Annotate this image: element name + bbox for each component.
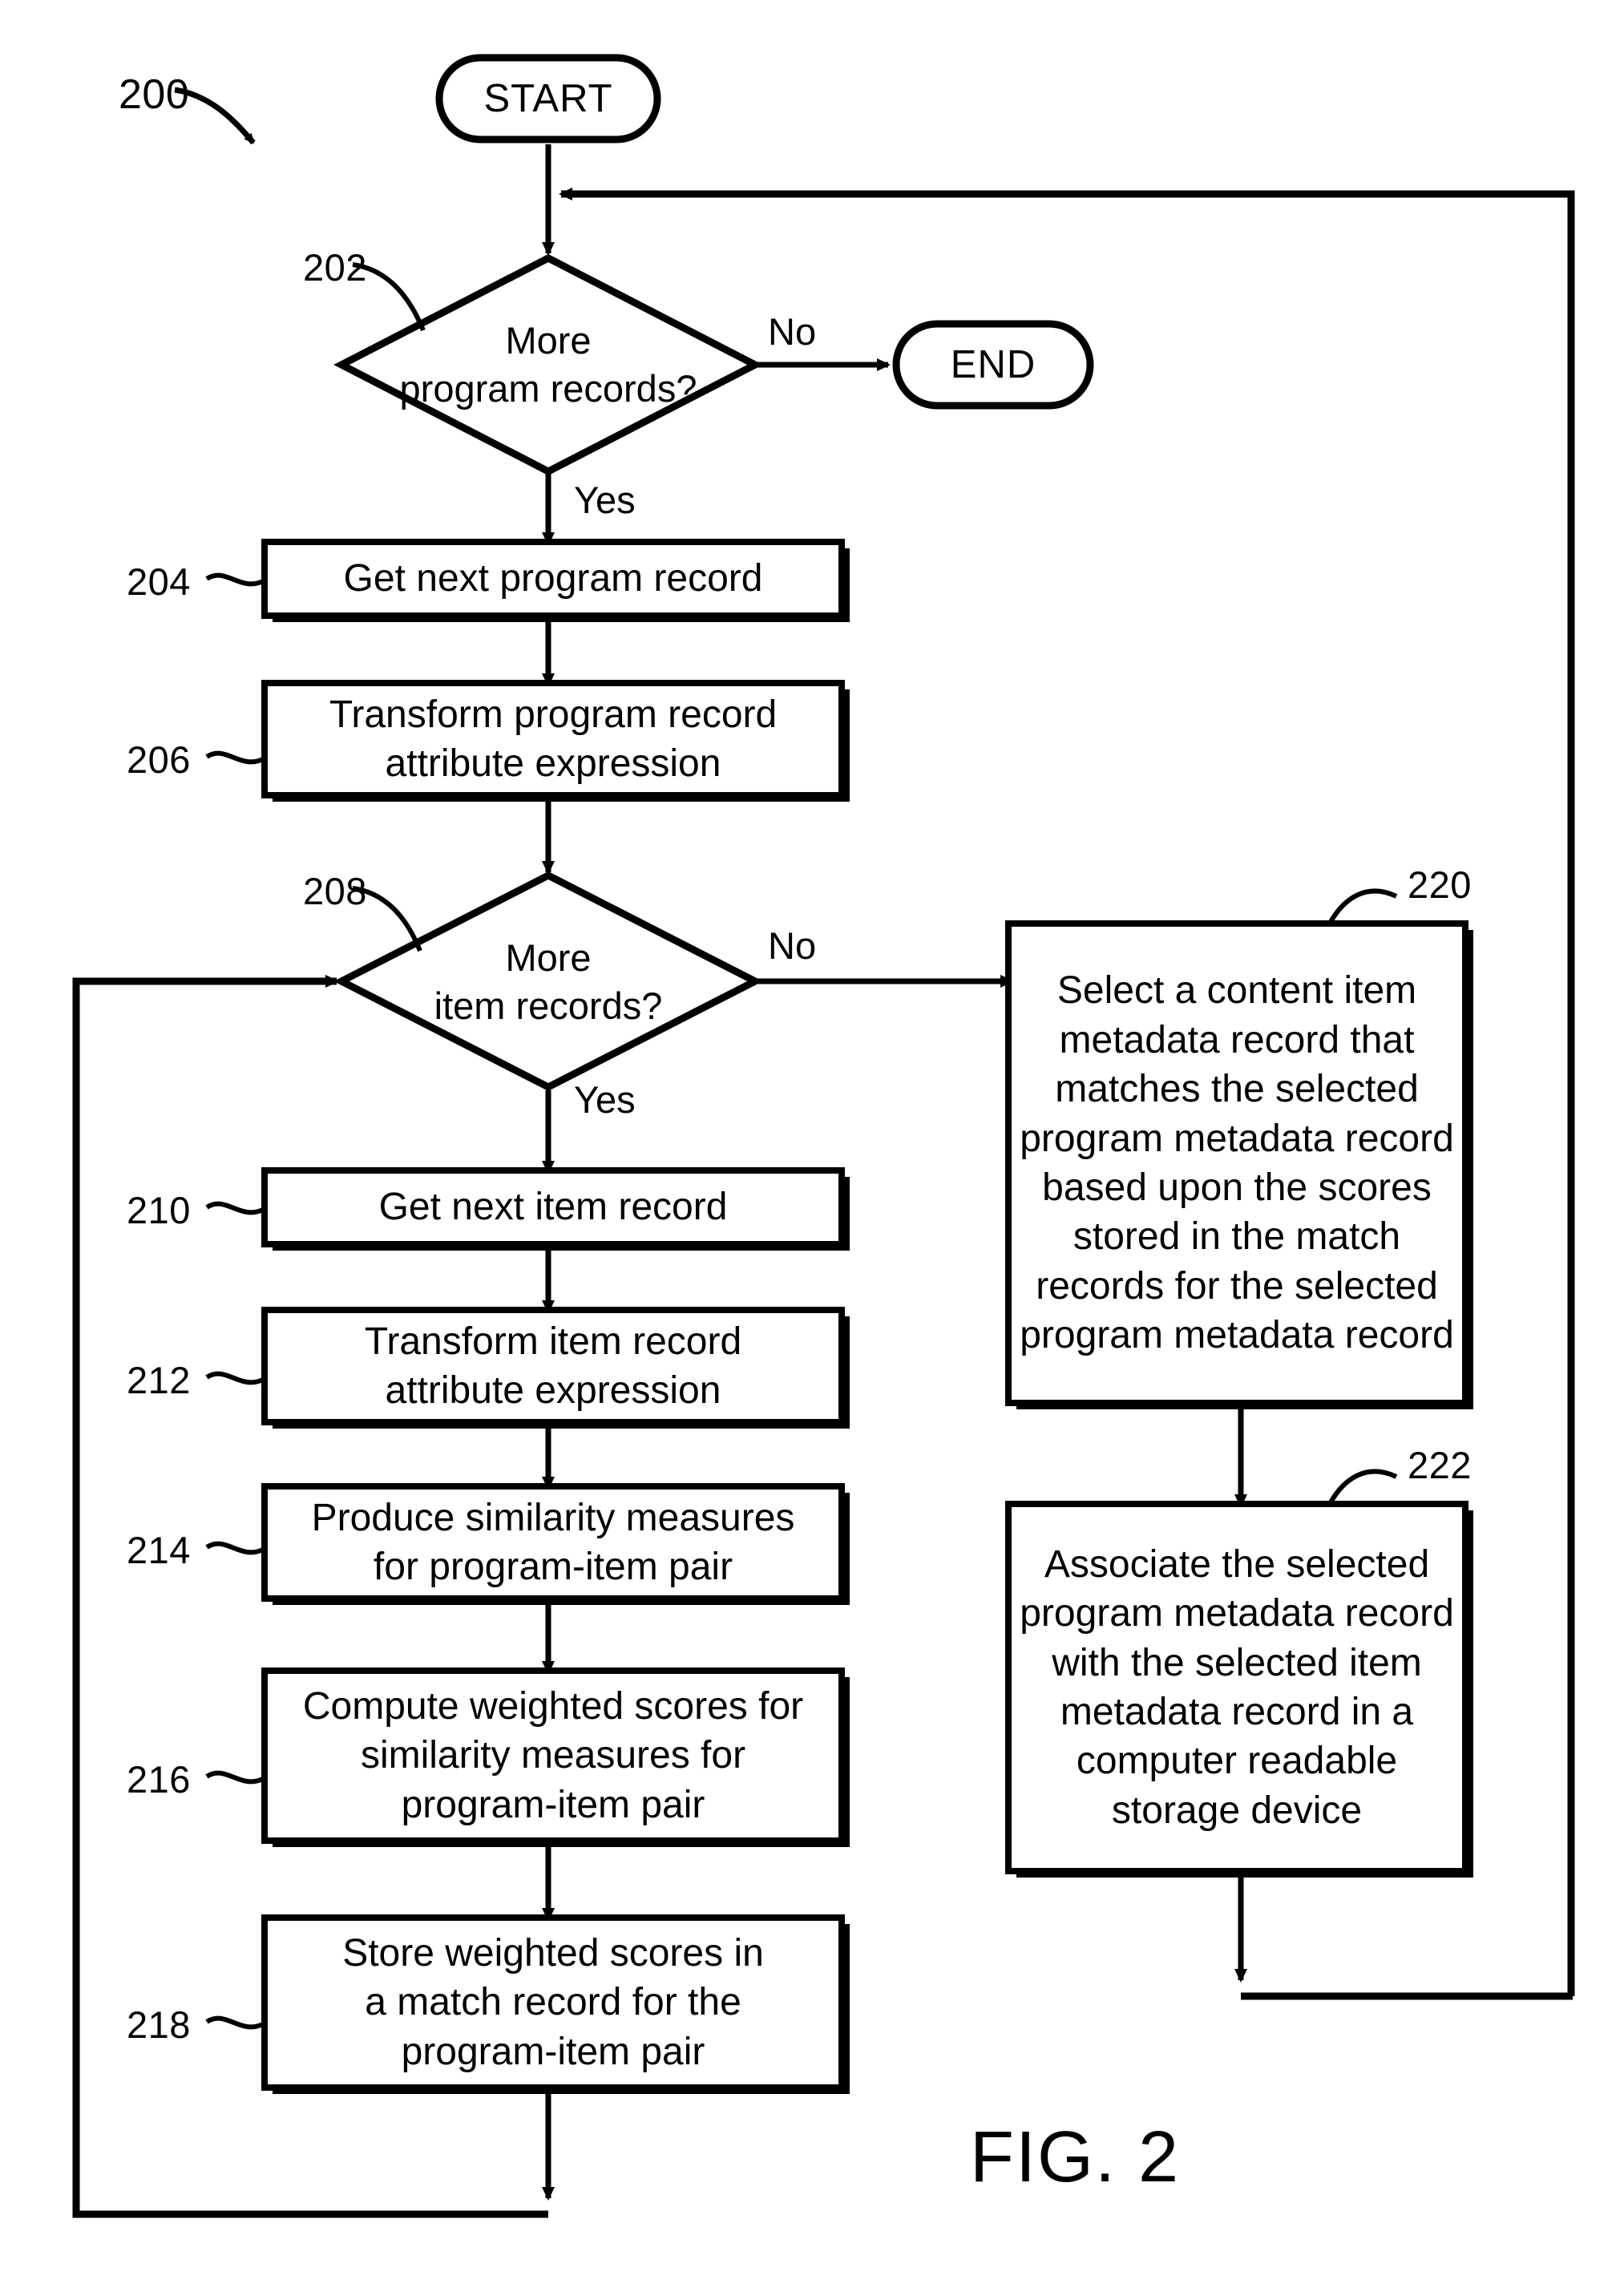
node-202-shape xyxy=(333,253,763,476)
leader-220 xyxy=(1328,888,1398,924)
ref-label-208: 208 xyxy=(303,870,367,912)
node-220-shape xyxy=(1005,920,1468,1406)
leader-206 xyxy=(205,750,266,765)
ref-label-204: 204 xyxy=(127,560,191,603)
leader-212 xyxy=(205,1371,266,1385)
node-204-shape xyxy=(261,539,845,619)
ref-label-218: 218 xyxy=(127,2003,191,2046)
leader-210 xyxy=(205,1201,266,1215)
node-210-shape xyxy=(261,1167,845,1247)
node-end-shape xyxy=(892,320,1094,410)
ref-label-212: 212 xyxy=(127,1359,191,1401)
leader-218 xyxy=(205,2015,266,2030)
node-214-shape xyxy=(261,1483,845,1602)
node-218-shape xyxy=(261,1914,845,2091)
ref-label-202: 202 xyxy=(303,246,367,289)
node-212-shape xyxy=(261,1307,845,1425)
node-216-shape xyxy=(261,1667,845,1844)
patent-figure-2: START END More program records? Get next… xyxy=(0,0,1624,2296)
ref-label-214: 214 xyxy=(127,1529,191,1571)
ref-label-210: 210 xyxy=(127,1189,191,1231)
leader-214 xyxy=(205,1541,266,1555)
leader-216 xyxy=(205,1770,266,1785)
node-222-shape xyxy=(1005,1501,1468,1874)
edge-label-208-no: No xyxy=(768,924,817,967)
ref-label-200: 200 xyxy=(119,71,190,118)
node-208-shape xyxy=(333,871,763,1092)
edge-label-202-no: No xyxy=(768,310,817,353)
node-206-shape xyxy=(261,680,845,798)
ref-label-216: 216 xyxy=(127,1758,191,1801)
ref-label-222: 222 xyxy=(1408,1444,1472,1486)
node-start-shape xyxy=(435,54,661,144)
ref-label-206: 206 xyxy=(127,738,191,781)
ref-label-220: 220 xyxy=(1408,863,1472,906)
leader-222 xyxy=(1328,1469,1398,1504)
edge-label-208-yes: Yes xyxy=(574,1078,636,1121)
leader-204 xyxy=(205,572,266,587)
figure-caption: FIG. 2 xyxy=(970,2117,1181,2197)
edge-label-202-yes: Yes xyxy=(574,479,636,521)
